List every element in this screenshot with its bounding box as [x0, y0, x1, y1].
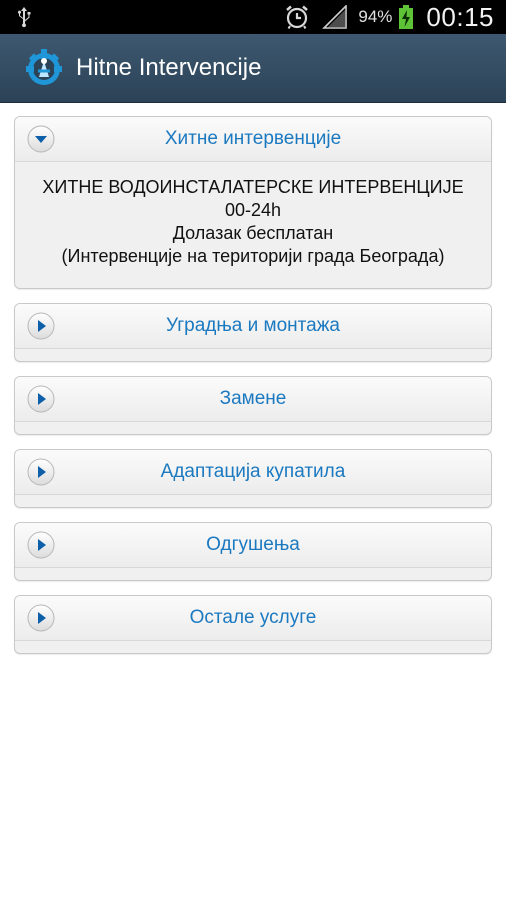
section-odgusenja: Одгушења — [14, 522, 492, 581]
status-clock: 00:15 — [426, 1, 494, 32]
section-body — [15, 568, 491, 580]
section-label: Уградња и монтажа — [166, 315, 340, 336]
section-body — [15, 422, 491, 434]
section-zamene: Замене — [14, 376, 492, 435]
body-line-free-arrival: Долазак бесплатан — [172, 223, 334, 243]
battery-percentage: 94% — [358, 7, 393, 26]
section-label: Одгушења — [206, 534, 300, 555]
collapse-arrow-icon[interactable] — [27, 125, 55, 153]
usb-icon — [17, 7, 31, 28]
section-header-adaptacija-kupatila[interactable]: Адаптација купатила — [15, 450, 491, 495]
status-bar: 94% 00:15 — [0, 0, 506, 34]
app-logo-icon[interactable] — [24, 47, 64, 89]
action-bar: Hitne Intervencije — [0, 34, 506, 103]
section-header-odgusenja[interactable]: Одгушења — [15, 523, 491, 568]
section-header-ostale-usluge[interactable]: Остале услуге — [15, 596, 491, 641]
section-body — [15, 641, 491, 653]
expand-arrow-icon[interactable] — [27, 312, 55, 340]
expand-arrow-icon[interactable] — [27, 458, 55, 486]
section-adaptacija-kupatila: Адаптација купатила — [14, 449, 492, 508]
section-body — [15, 495, 491, 507]
section-label: Адаптација купатила — [160, 461, 346, 482]
section-hitne-intervencije: Хитне интервенције ХИТНЕ ВОДОИНСТАЛАТЕРС… — [14, 116, 492, 289]
sections-list: Хитне интервенције ХИТНЕ ВОДОИНСТАЛАТЕРС… — [14, 116, 492, 668]
section-ugradnja-i-montaza: Уградња и монтажа — [14, 303, 492, 362]
section-header-zamene[interactable]: Замене — [15, 377, 491, 422]
section-label: Остале услуге — [189, 607, 317, 628]
expand-arrow-icon[interactable] — [27, 385, 55, 413]
body-line-hours: 00-24h — [224, 200, 282, 220]
app-title: Hitne Intervencije — [76, 54, 262, 81]
body-line-heading: ХИТНЕ ВОДОИНСТАЛАТЕРСКЕ ИНТЕРВЕНЦИЈЕ — [42, 177, 464, 197]
body-line-territory: (Интервенције на територији града Београ… — [61, 246, 445, 266]
section-label: Замене — [219, 388, 287, 409]
section-body-hitne-intervencije: ХИТНЕ ВОДОИНСТАЛАТЕРСКЕ ИНТЕРВЕНЦИЈЕ 00-… — [15, 162, 491, 288]
section-body — [15, 349, 491, 361]
expand-arrow-icon[interactable] — [27, 604, 55, 632]
alarm-clock-icon — [286, 5, 309, 30]
section-header-hitne-intervencije[interactable]: Хитне интервенције — [15, 117, 491, 162]
section-ostale-usluge: Остале услуге — [14, 595, 492, 654]
section-label: Хитне интервенције — [164, 128, 342, 149]
battery-charging-icon — [399, 5, 414, 29]
expand-arrow-icon[interactable] — [27, 531, 55, 559]
section-header-ugradnja-i-montaza[interactable]: Уградња и монтажа — [15, 304, 491, 349]
signal-strength-icon — [322, 5, 348, 29]
